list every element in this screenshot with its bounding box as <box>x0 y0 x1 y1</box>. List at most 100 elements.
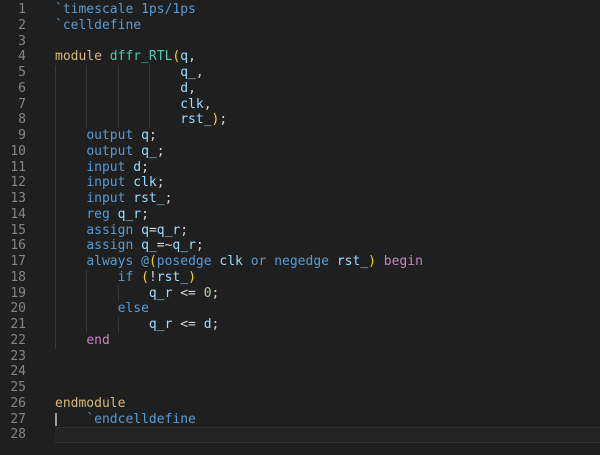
code-line[interactable]: always @(posedge clk or negedge rst_) be… <box>55 254 600 270</box>
code-token: d <box>133 159 142 175</box>
code-line[interactable]: q_r <= d; <box>55 317 600 333</box>
code-line[interactable]: assign q=q_r; <box>55 222 600 239</box>
code-token: dffr_RTL <box>109 49 173 65</box>
code-token: ; <box>195 238 204 254</box>
code-token: q <box>141 128 149 143</box>
line-number[interactable]: 26 <box>0 396 26 412</box>
line-number[interactable]: 23 <box>0 349 26 365</box>
code-token: q_r <box>148 317 173 332</box>
code-token: ; <box>211 285 220 301</box>
code-line[interactable]: endmodule <box>55 396 600 412</box>
code-token: rst_ <box>156 269 189 285</box>
line-number[interactable]: 6 <box>0 81 26 97</box>
line-number[interactable]: 3 <box>0 34 26 50</box>
line-number[interactable]: 24 <box>0 364 26 380</box>
code-line[interactable]: input clk; <box>55 175 600 191</box>
indent-guide <box>55 332 56 349</box>
code-token: ) <box>368 254 376 269</box>
code-line[interactable]: reg q_r; <box>55 206 600 223</box>
code-line[interactable]: `timescale 1ps/1ps <box>55 2 600 18</box>
code-line[interactable]: output q_; <box>55 143 600 160</box>
indent-guide <box>86 112 88 128</box>
line-number[interactable]: 14 <box>0 207 26 223</box>
indent-guide <box>55 80 56 97</box>
code-token: if <box>117 269 134 285</box>
line-number[interactable]: 13 <box>0 191 26 207</box>
code-token: `celldefine <box>55 17 142 33</box>
line-number[interactable]: 28 <box>0 427 26 443</box>
code-line[interactable]: module dffr_RTL(q, <box>55 49 600 65</box>
indent-guide <box>55 317 56 333</box>
line-number[interactable]: 22 <box>0 333 26 349</box>
code-line[interactable]: `celldefine <box>55 18 600 34</box>
line-number[interactable]: 19 <box>0 286 26 302</box>
line-number[interactable]: 11 <box>0 160 26 176</box>
line-number[interactable]: 1 <box>0 2 26 18</box>
code-token: , <box>195 65 204 80</box>
line-number[interactable]: 20 <box>0 301 26 317</box>
code-line[interactable]: clk, <box>55 96 600 113</box>
code-line[interactable]: input d; <box>55 159 600 176</box>
code-token: , <box>188 80 196 96</box>
line-number[interactable]: 21 <box>0 317 26 333</box>
code-line[interactable]: output q; <box>55 128 600 144</box>
indent-guide <box>55 159 56 176</box>
code-token: input <box>86 159 126 175</box>
code-token: ; <box>156 143 165 159</box>
indent-guide <box>55 128 56 144</box>
code-line[interactable]: rst_); <box>55 112 600 128</box>
line-number[interactable]: 5 <box>0 65 26 81</box>
code-line[interactable]: end <box>55 332 600 349</box>
code-line[interactable]: q_r <= 0; <box>55 285 600 302</box>
line-number[interactable]: 27 <box>0 412 26 428</box>
code-line[interactable]: assign q_=~q_r; <box>55 238 600 254</box>
line-number-gutter: 1 2 3 4 5 6 7 8 9 10 11 12 13 14 15 16 17 18 19 20 21 22 23 24 2… <box>0 2 26 443</box>
indent-guide <box>55 143 56 160</box>
code-token: ; <box>164 191 173 206</box>
code-token: q <box>141 222 149 238</box>
code-editor[interactable]: 1 2 3 4 5 6 7 8 9 10 11 12 13 14 15 16 17 18 19 20 21 22 23 24 2… <box>0 0 600 455</box>
line-number[interactable]: 25 <box>0 380 26 396</box>
code-token: d <box>180 80 189 96</box>
line-number[interactable]: 12 <box>0 175 26 191</box>
code-line[interactable] <box>55 364 600 380</box>
line-number[interactable]: 8 <box>0 112 26 128</box>
code-token: rst_ <box>180 112 212 128</box>
line-number[interactable]: 9 <box>0 128 26 144</box>
code-line[interactable] <box>55 349 600 365</box>
line-number[interactable]: 17 <box>0 254 26 270</box>
code-area[interactable]: `timescale 1ps/1ps `celldefine module dffr… <box>55 2 600 443</box>
line-number[interactable]: 4 <box>0 49 26 65</box>
line-number[interactable]: 16 <box>0 238 26 254</box>
code-line[interactable]: q_, <box>55 65 600 81</box>
code-line[interactable] <box>55 34 600 50</box>
code-line[interactable]: input rst_; <box>55 191 600 207</box>
code-token: ; <box>141 206 149 222</box>
code-line[interactable]: if (!rst_) <box>55 269 600 286</box>
indent-guide <box>55 112 56 128</box>
code-token: ; <box>211 317 220 332</box>
line-number[interactable]: 2 <box>0 18 26 34</box>
code-token: reg <box>86 206 110 222</box>
line-number[interactable]: 10 <box>0 144 26 160</box>
code-line[interactable]: else <box>55 301 600 317</box>
code-line[interactable] <box>55 380 600 396</box>
code-line[interactable]: d, <box>55 80 600 97</box>
code-token: input <box>86 175 126 191</box>
line-number[interactable]: 15 <box>0 223 26 239</box>
indent-guide <box>117 112 119 128</box>
code-token: ; <box>141 159 149 175</box>
line-number[interactable]: 7 <box>0 97 26 113</box>
code-line[interactable]: `endcelldefine <box>55 412 600 428</box>
code-line-active[interactable] <box>55 427 600 443</box>
line-number[interactable]: 18 <box>0 270 26 286</box>
